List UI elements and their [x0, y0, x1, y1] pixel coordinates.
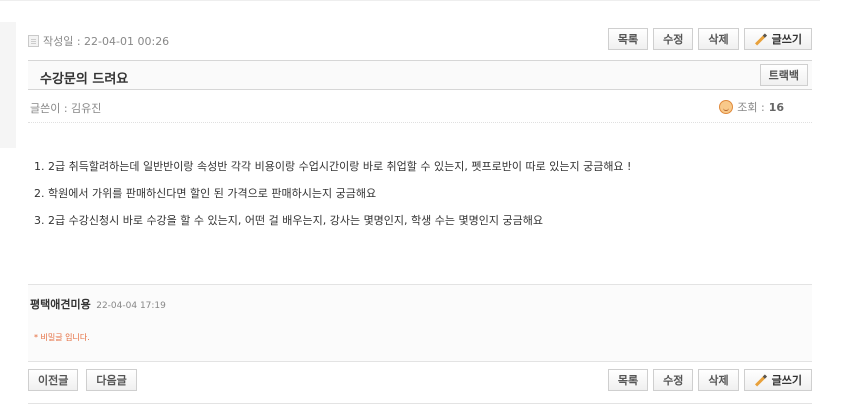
secret-notice: * 비밀글 입니다. [34, 333, 90, 342]
action-buttons: 목록 수정 삭제 글쓰기 [607, 28, 812, 50]
content-line: 3. 2급 수강신청시 바로 수강을 할 수 있는지, 어떤 걸 배우는지, 강… [34, 214, 543, 227]
prev-post-button[interactable]: 이전글 [28, 369, 79, 391]
bottom-divider [28, 403, 812, 404]
post-views: 조회 : 16 [719, 99, 784, 115]
edit-button[interactable]: 수정 [653, 28, 694, 50]
comment-date: 22-04-04 17:19 [96, 301, 166, 311]
bottom-toolbar: 이전글 다음글 목록 수정 삭제 글쓰기 [28, 369, 812, 393]
write-button[interactable]: 글쓰기 [743, 28, 812, 50]
document-icon [28, 35, 39, 47]
content-line: 1. 2급 취득할려하는데 일반반이랑 속성반 각각 비용이랑 수업시간이랑 바… [34, 160, 632, 173]
post-date: 작성일 : 22-04-01 00:26 [28, 33, 169, 49]
views-label: 조회 : [737, 101, 765, 114]
next-post-button[interactable]: 다음글 [86, 369, 137, 391]
top-divider [0, 0, 820, 1]
comment-meta: 평택애견미용 22-04-04 17:19 [30, 296, 166, 312]
comment-item: 평택애견미용 22-04-04 17:19 * 비밀글 입니다. [28, 284, 812, 362]
write-button-label: 글쓰기 [771, 374, 802, 387]
delete-button[interactable]: 삭제 [698, 28, 739, 50]
post-title: 수강문의 드려요 [40, 72, 129, 87]
write-button-label: 글쓰기 [771, 33, 802, 46]
post-content: 1. 2급 취득할려하는데 일반반이랑 속성반 각각 비용이랑 수업시간이랑 바… [34, 160, 631, 241]
content-line: 2. 학원에서 가위를 판매하신다면 할인 된 가격으로 판매하시는지 궁금해요 [34, 187, 377, 200]
comment-author: 평택애견미용 [30, 298, 91, 311]
pencil-icon [754, 373, 767, 387]
post-meta: 글쓴이 : 김유진 조회 : 16 [28, 92, 812, 123]
list-button[interactable]: 목록 [607, 28, 649, 50]
views-count: 16 [768, 100, 784, 114]
top-toolbar: 작성일 : 22-04-01 00:26 목록 수정 삭제 글쓰기 [28, 28, 812, 52]
post-date-text: 작성일 : 22-04-01 00:26 [43, 35, 170, 48]
trackback-button[interactable]: 트랙백 [759, 64, 808, 86]
write-button[interactable]: 글쓰기 [743, 369, 812, 391]
delete-button[interactable]: 삭제 [698, 369, 739, 391]
side-shade [0, 22, 16, 148]
bottom-action-buttons: 목록 수정 삭제 글쓰기 [607, 369, 812, 391]
edit-button[interactable]: 수정 [653, 369, 694, 391]
smiley-icon [719, 100, 734, 114]
list-button[interactable]: 목록 [607, 369, 649, 391]
post-title-bar: 수강문의 드려요 트랙백 [28, 60, 812, 90]
pencil-icon [754, 32, 767, 46]
post-author: 글쓴이 : 김유진 [30, 102, 102, 115]
prev-next-nav: 이전글 다음글 [28, 369, 137, 391]
